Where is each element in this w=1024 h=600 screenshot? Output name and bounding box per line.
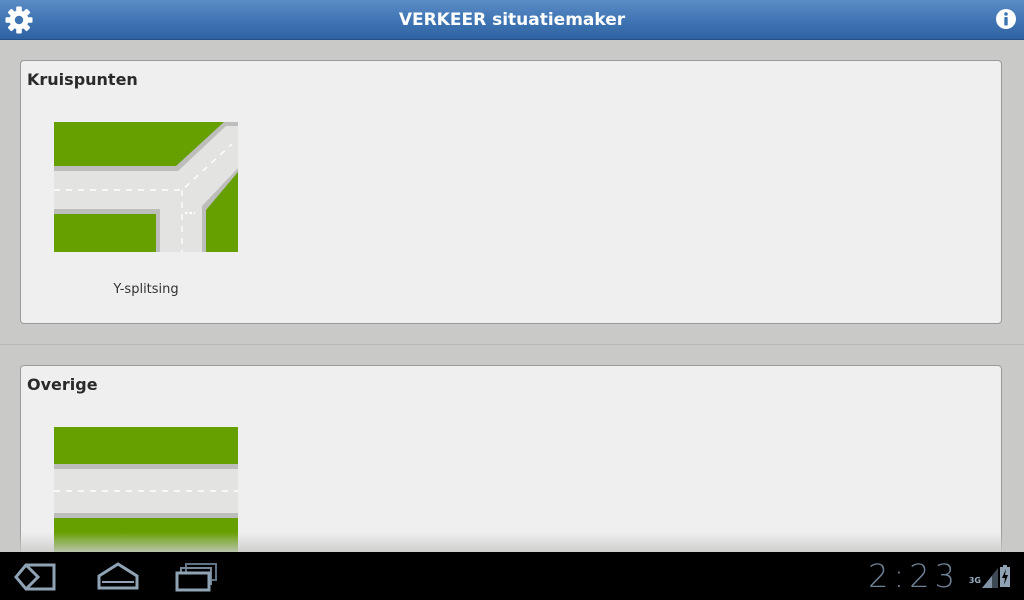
- signal-icon: [982, 568, 998, 588]
- section-divider: [0, 344, 1024, 345]
- recent-apps-button[interactable]: [174, 562, 218, 592]
- info-icon: [996, 9, 1016, 29]
- network-type: 3G: [968, 576, 981, 585]
- section-overige: Overige: [20, 365, 1002, 552]
- scroll-fade: [0, 532, 1024, 552]
- recent-apps-icon: [175, 563, 217, 592]
- battery-charging-icon: [1000, 565, 1010, 587]
- home-icon: [97, 562, 139, 590]
- tile-label: Y-splitsing: [113, 282, 179, 297]
- back-button[interactable]: [14, 562, 58, 592]
- system-bar: 2:23 3G: [0, 552, 1024, 600]
- back-icon: [14, 563, 56, 591]
- status-clock: 2:23: [868, 557, 960, 595]
- title-bar: VERKEER situatiemaker: [0, 0, 1024, 40]
- section-kruispunten: Kruispunten Y-splitsing: [20, 60, 1002, 324]
- content-area[interactable]: Kruispunten Y-splitsing Overige: [0, 40, 1024, 552]
- app-window: VERKEER situatiemaker Kruispunten Y-spli…: [0, 0, 1024, 600]
- home-button[interactable]: [96, 562, 140, 592]
- y-junction-thumbnail: [54, 122, 238, 252]
- tile-y-splitsing[interactable]: Y-splitsing: [54, 122, 238, 297]
- section-title: Kruispunten: [27, 70, 138, 89]
- app-title: VERKEER situatiemaker: [398, 10, 626, 30]
- info-button[interactable]: [995, 8, 1017, 30]
- section-title: Overige: [27, 375, 98, 394]
